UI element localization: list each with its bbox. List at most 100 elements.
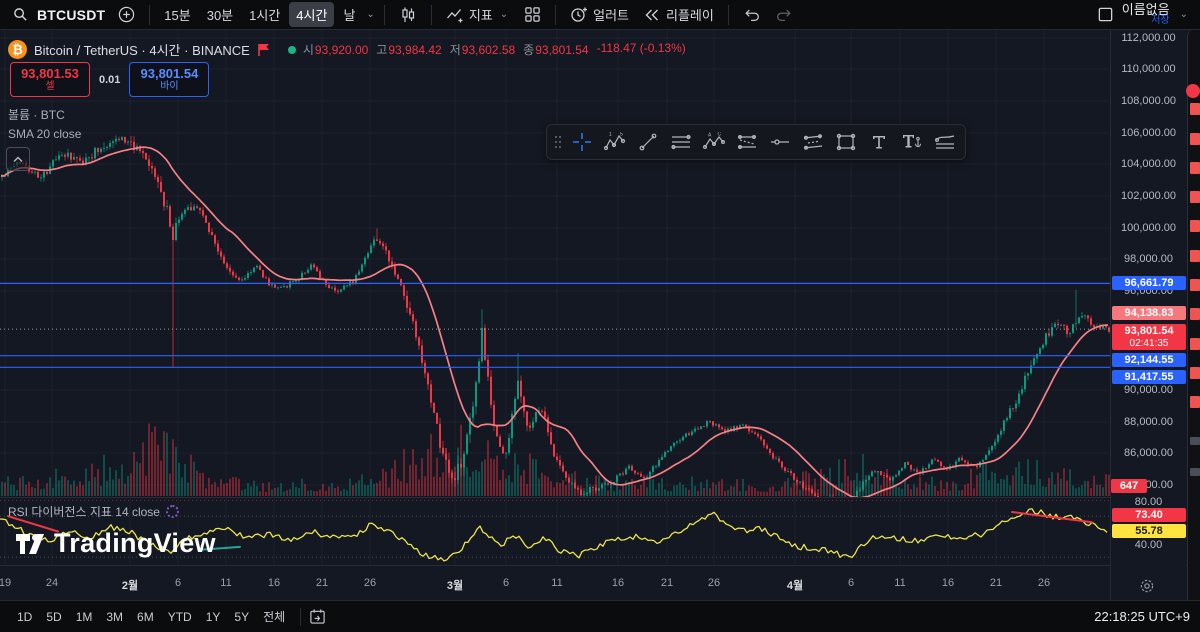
save-layout-link[interactable]: 저장: [1151, 15, 1169, 26]
close-value: 93,801.54: [535, 43, 588, 57]
interval-30m[interactable]: 30분: [200, 2, 240, 27]
parallel-channel-tool-button[interactable]: [796, 128, 829, 156]
top-toolbar: BTCUSDT 15분 30분 1시간 4시간 날 ⌄: [0, 0, 1200, 30]
range-6m[interactable]: 6M: [130, 607, 161, 627]
live-status-dot: [288, 46, 296, 54]
price-pane-canvas[interactable]: [0, 30, 1110, 497]
toolbar-divider: [384, 5, 385, 25]
flag-icon[interactable]: [257, 43, 271, 57]
undo-icon[interactable]: [736, 4, 768, 26]
axis-settings-gear-icon[interactable]: [1139, 578, 1155, 594]
tradingview-watermark: TradingView: [16, 528, 216, 559]
time-tick-label: 11: [551, 577, 562, 589]
buy-label: 바이: [160, 80, 178, 93]
disjoint-channel-tool-button[interactable]: [730, 128, 763, 156]
interval-4h-active[interactable]: 4시간: [289, 2, 334, 27]
price-tick-label: 86,000.00: [1111, 447, 1186, 459]
bitcoin-logo-icon: ₿: [8, 40, 27, 59]
layout-name-label: 이름없음: [1122, 4, 1170, 15]
go-to-date-calendar-icon[interactable]: [309, 608, 326, 625]
interval-1h[interactable]: 1시간: [242, 2, 287, 27]
trend-line-tool-button[interactable]: [631, 128, 664, 156]
price-badge: 92,144.55: [1112, 353, 1186, 367]
interval-15m[interactable]: 15분: [157, 2, 197, 27]
range-1m[interactable]: 1M: [69, 607, 100, 627]
watchlist-change-sliver: [1190, 367, 1200, 379]
time-tick-label: 26: [1038, 577, 1050, 589]
sma-study-label[interactable]: SMA 20 close: [8, 127, 81, 141]
watchlist-change-sliver: [1190, 279, 1200, 291]
rsi-legend[interactable]: RSI 다이버전스 지표 14 close: [8, 503, 179, 520]
price-axis[interactable]: 112,000.00110,000.00108,000.00106,000.00…: [1110, 30, 1186, 600]
time-tick-label: 21: [316, 577, 328, 589]
replay-button[interactable]: 리플레이: [636, 2, 721, 27]
interval-1d[interactable]: 날: [336, 2, 362, 27]
svg-text:C: C: [717, 132, 721, 138]
sell-label: 셀: [45, 80, 54, 93]
clock-timezone-button[interactable]: 22:18:25 UTC+9: [1094, 609, 1190, 624]
range-5d[interactable]: 5D: [39, 607, 68, 627]
main-legend: ₿ Bitcoin / TetherUS · 4시간 · BINANCE 시93…: [8, 40, 686, 59]
indicators-button[interactable]: 지표 ⌄: [439, 2, 517, 27]
toolbar-drag-handle[interactable]: [551, 135, 565, 149]
price-tick-label: 108,000.00: [1111, 95, 1186, 107]
toolbar-divider: [728, 5, 729, 25]
tradingview-logo-icon: [16, 531, 46, 557]
buy-price: 93,801.54: [141, 67, 199, 80]
range-1y[interactable]: 1Y: [199, 607, 228, 627]
layout-chevron-icon[interactable]: ⌄: [1178, 9, 1190, 20]
search-icon[interactable]: [6, 4, 35, 25]
range-ytd[interactable]: YTD: [161, 607, 199, 627]
indicator-templates-icon[interactable]: [517, 3, 548, 26]
svg-text:5: 5: [620, 132, 623, 138]
text-tool-button[interactable]: [862, 128, 895, 156]
change-value: -118.47 (-0.13%): [597, 41, 686, 58]
time-tick-label: 11: [220, 577, 231, 589]
alert-button[interactable]: 얼러트: [563, 2, 636, 27]
redo-icon[interactable]: [768, 4, 800, 26]
watchlist-sliver-panel: [1187, 30, 1200, 600]
time-tick-label: 11: [894, 577, 905, 589]
watchlist-neutral-sliver: [1190, 468, 1200, 476]
collapse-legend-button[interactable]: [6, 147, 30, 171]
range-1d[interactable]: 1D: [10, 607, 39, 627]
interval-dropdown-chevron-icon[interactable]: ⌄: [364, 9, 376, 20]
replay-label: 리플레이: [666, 5, 714, 24]
symbol-title[interactable]: Bitcoin / TetherUS · 4시간 · BINANCE: [34, 40, 250, 59]
floating-drawing-toolbar: 15 AC: [546, 124, 966, 160]
price-badge: 73.40: [1112, 508, 1186, 522]
time-tick-label: 2월: [122, 577, 138, 593]
symbol-search-button[interactable]: BTCUSDT: [37, 7, 105, 23]
time-tick-label: 16: [612, 577, 624, 589]
rectangle-tool-button[interactable]: [829, 128, 862, 156]
chart-region: ₿ Bitcoin / TetherUS · 4시간 · BINANCE 시93…: [0, 30, 1200, 600]
price-badge: 55.78: [1112, 524, 1186, 538]
fib-retracement-tool-button[interactable]: [664, 128, 697, 156]
time-tick-label: 16: [942, 577, 954, 589]
xabcd-pattern-tool-button[interactable]: AC: [697, 128, 730, 156]
elliott-wave-tool-button[interactable]: 15: [598, 128, 631, 156]
open-value: 93,920.00: [315, 43, 368, 57]
watchlist-change-sliver: [1190, 308, 1200, 320]
compare-add-icon[interactable]: [111, 3, 142, 26]
time-axis[interactable]: 19242월6111621263월6111621264월611162126: [0, 565, 1187, 600]
svg-text:A: A: [708, 133, 712, 139]
range-all[interactable]: 전체: [256, 605, 292, 628]
volume-study-label[interactable]: 볼륨 · BTC: [8, 106, 65, 123]
chart-style-candles-icon[interactable]: [392, 3, 424, 27]
layout-name-button[interactable]: 이름없음 저장: [1122, 4, 1170, 26]
horizontal-ray-tool-button[interactable]: [763, 128, 796, 156]
crosshair-tool-button[interactable]: [565, 128, 598, 156]
high-value: 93,984.42: [388, 43, 441, 57]
time-tick-label: 4월: [787, 577, 803, 593]
buy-button[interactable]: 93,801.54 바이: [129, 62, 209, 97]
multi-line-tool-button[interactable]: [928, 128, 961, 156]
range-5y[interactable]: 5Y: [227, 607, 256, 627]
anchored-text-tool-button[interactable]: [895, 128, 928, 156]
footer-divider: [300, 608, 301, 626]
watermark-text: TradingView: [54, 528, 216, 559]
bottom-toolbar: ❯ 1D 5D 1M 3M 6M YTD 1Y 5Y 전체 22:18:25 U…: [0, 600, 1200, 632]
range-3m[interactable]: 3M: [99, 607, 130, 627]
sell-button[interactable]: 93,801.53 셀: [10, 62, 90, 97]
layout-panel-icon[interactable]: [1097, 6, 1114, 23]
